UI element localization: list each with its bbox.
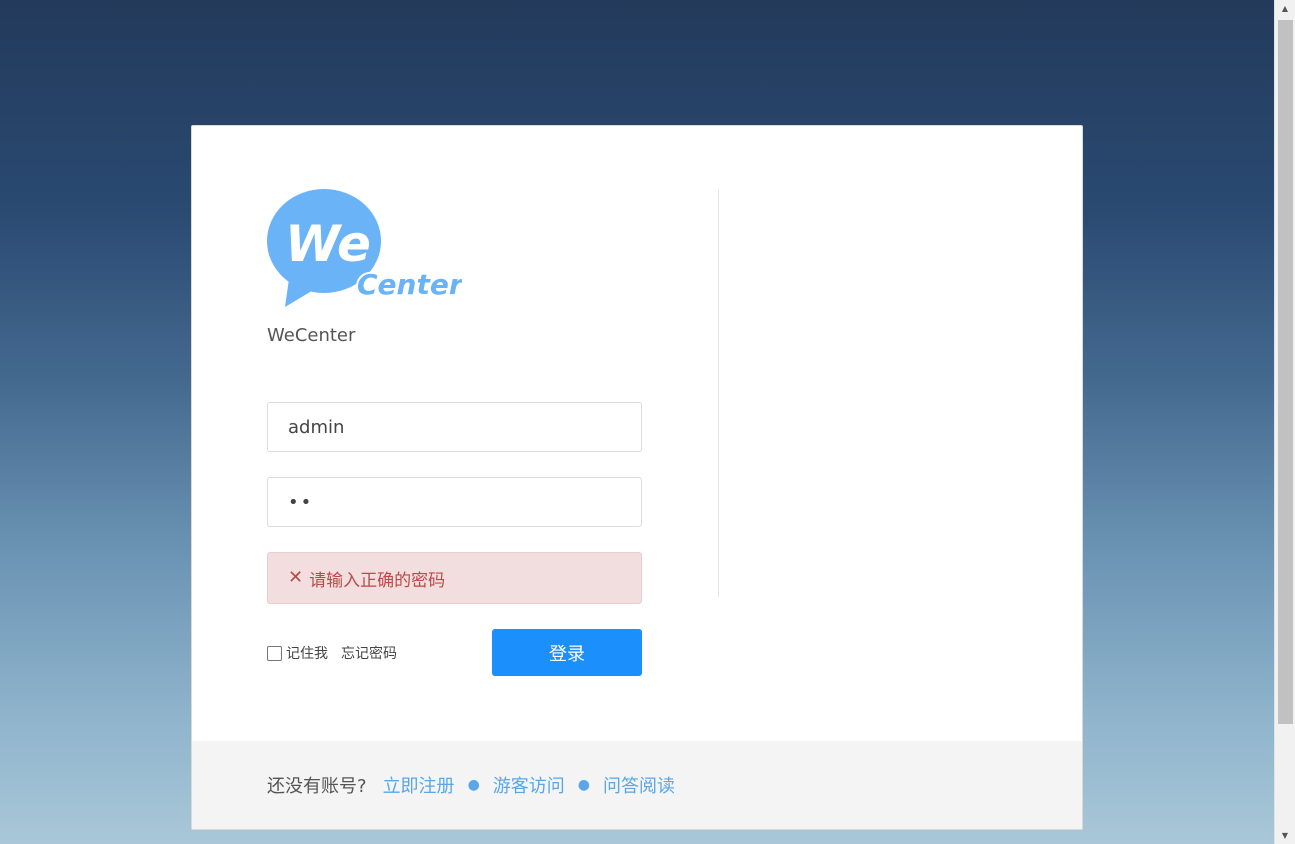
close-icon: ✕	[288, 567, 304, 588]
logo-we-text: We	[285, 215, 371, 273]
site-name: WeCenter	[267, 325, 356, 346]
login-card: We Center WeCenter •• ✕ 请输入正确的密码 记住我 忘记密…	[191, 125, 1083, 830]
footer-bar: 还没有账号? 立即注册 ● 游客访问 ● 问答阅读	[192, 741, 1082, 829]
no-account-prompt: 还没有账号?	[267, 776, 367, 797]
remember-label[interactable]: 记住我	[286, 643, 328, 663]
register-link[interactable]: 立即注册	[383, 772, 455, 798]
error-alert: ✕ 请输入正确的密码	[267, 552, 642, 604]
scroll-thumb[interactable]	[1278, 20, 1293, 724]
password-input[interactable]: ••	[267, 477, 642, 527]
wecenter-logo: We Center	[267, 189, 462, 307]
guest-access-link[interactable]: 游客访问	[493, 772, 565, 798]
separator-dot: ●	[577, 777, 590, 793]
error-message: 请输入正确的密码	[309, 570, 446, 591]
separator-dot: ●	[467, 777, 480, 793]
login-button[interactable]: 登录	[492, 629, 642, 676]
forgot-password-link[interactable]: 忘记密码	[341, 643, 397, 663]
remember-row: 记住我 忘记密码	[267, 643, 397, 663]
vertical-divider	[718, 189, 719, 597]
remember-checkbox[interactable]	[267, 645, 282, 661]
page-scrollbar[interactable]: ▲ ▼	[1274, 0, 1295, 844]
scroll-down-icon[interactable]: ▼	[1275, 827, 1295, 844]
username-input[interactable]	[267, 402, 642, 452]
qa-reading-link[interactable]: 问答阅读	[603, 772, 675, 798]
logo-center-text: Center	[357, 268, 462, 301]
scroll-up-icon[interactable]: ▲	[1275, 0, 1295, 17]
